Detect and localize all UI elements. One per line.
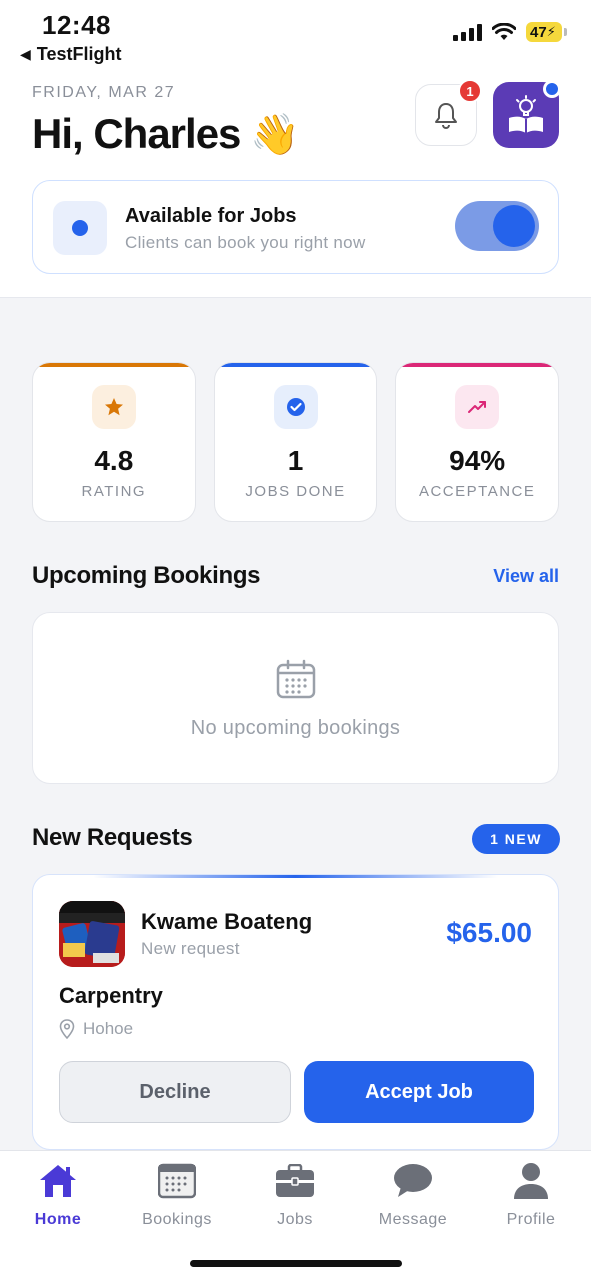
home-icon — [40, 1165, 76, 1197]
availability-status-icon — [53, 201, 107, 255]
bell-icon — [435, 103, 457, 129]
status-bar: 12:48 ◀ TestFlight 47 ⚡ — [0, 0, 591, 70]
availability-card: Available for Jobs Clients can book you … — [32, 180, 559, 274]
request-status: New request — [141, 939, 240, 958]
tab-label: Message — [378, 1211, 448, 1228]
calendar-icon — [158, 1163, 196, 1199]
notifications-button[interactable]: 1 — [415, 79, 482, 146]
empty-state-text: No upcoming bookings — [190, 717, 401, 739]
decline-button[interactable]: Decline — [59, 1061, 291, 1123]
toggle-knob — [493, 205, 535, 247]
availability-subtitle: Clients can book you right now — [125, 233, 366, 252]
location-pin-icon — [59, 1019, 75, 1039]
star-icon — [91, 385, 136, 429]
status-indicators: 47 ⚡ — [453, 22, 567, 42]
client-avatar — [59, 901, 125, 967]
availability-title: Available for Jobs — [125, 205, 297, 227]
stat-value: 4.8 — [94, 445, 134, 476]
tab-label: Home — [34, 1211, 82, 1228]
stat-value: 1 — [287, 445, 304, 476]
view-all-link[interactable]: View all — [493, 566, 559, 587]
request-card[interactable]: Kwame Boateng New request $65.00 Carpent… — [32, 874, 559, 1150]
wifi-icon — [492, 23, 516, 40]
tab-label: Jobs — [277, 1211, 313, 1228]
tab-label: Profile — [506, 1211, 556, 1228]
avatar[interactable] — [493, 80, 561, 148]
stat-card-jobs-done: 1 JOBS DONE — [213, 362, 378, 522]
charging-icon: ⚡ — [546, 24, 556, 39]
home-indicator[interactable] — [190, 1260, 402, 1267]
back-label: TestFlight — [36, 44, 122, 64]
upcoming-bookings-title: Upcoming Bookings — [32, 562, 261, 589]
stats-row: 4.8 RATING 1 JOBS DONE 94% ACCEPTANCE — [32, 362, 560, 522]
battery-indicator: 47 ⚡ — [526, 22, 567, 42]
notification-badge: 1 — [458, 79, 482, 103]
back-arrow-icon: ◀ — [20, 46, 31, 62]
battery-level: 47 — [530, 23, 547, 41]
calendar-icon — [276, 659, 316, 699]
location-text: Hohoe — [83, 1019, 134, 1038]
online-status-dot — [543, 80, 561, 98]
person-icon — [514, 1163, 548, 1199]
tab-message[interactable]: Message — [358, 1161, 468, 1229]
stat-label: ACCEPTANCE — [418, 483, 536, 500]
chat-bubble-icon — [394, 1164, 432, 1197]
accept-job-button[interactable]: Accept Job — [304, 1061, 534, 1123]
tab-bookings[interactable]: Bookings — [122, 1161, 232, 1229]
check-circle-icon — [273, 385, 318, 429]
stat-card-rating: 4.8 RATING — [32, 362, 196, 522]
stat-label: JOBS DONE — [245, 483, 346, 500]
wave-emoji: 👋 — [250, 112, 300, 157]
availability-toggle[interactable] — [455, 201, 539, 251]
upcoming-bookings-empty-state: No upcoming bookings — [32, 612, 559, 784]
request-location: Hohoe — [59, 1019, 133, 1039]
new-requests-count-badge: 1 NEW — [472, 824, 560, 854]
tab-profile[interactable]: Profile — [476, 1161, 586, 1229]
briefcase-icon — [276, 1164, 314, 1197]
status-time: 12:48 — [42, 10, 111, 40]
stat-value: 94% — [449, 445, 506, 476]
tab-home[interactable]: Home — [3, 1161, 113, 1229]
stat-label: RATING — [81, 483, 147, 500]
dashboard-header: FRIDAY, MAR 27 Hi, Charles 👋 1 Available… — [0, 70, 591, 298]
back-to-testflight[interactable]: ◀ TestFlight — [20, 44, 121, 65]
tab-jobs[interactable]: Jobs — [240, 1161, 350, 1229]
new-requests-title: New Requests — [32, 824, 193, 851]
request-category: Carpentry — [59, 983, 163, 1008]
cellular-signal-icon — [453, 23, 482, 41]
book-lightbulb-icon — [509, 95, 543, 133]
greeting: Hi, Charles 👋 — [32, 110, 300, 158]
stat-card-acceptance: 94% ACCEPTANCE — [395, 362, 560, 522]
current-date: FRIDAY, MAR 27 — [32, 84, 176, 101]
request-price: $65.00 — [446, 917, 532, 948]
greeting-text: Hi, Charles — [32, 110, 241, 157]
trending-up-icon — [455, 385, 500, 429]
tab-label: Bookings — [142, 1211, 212, 1228]
client-name: Kwame Boateng — [141, 909, 313, 934]
